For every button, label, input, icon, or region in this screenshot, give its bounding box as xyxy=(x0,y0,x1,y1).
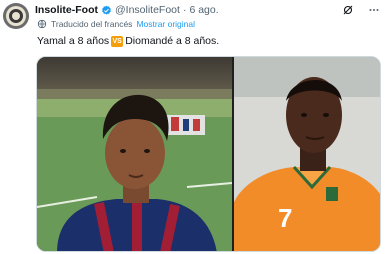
photo-diomande[interactable]: 7 xyxy=(234,57,380,251)
tweet-card[interactable]: Insolite-Foot @InsoliteFoot · 6 ago. Tra… xyxy=(0,0,389,254)
translation-bar: Traducido del francés Mostrar original xyxy=(37,19,195,29)
separator: · xyxy=(182,4,187,16)
translation-note: Traducido del francés xyxy=(51,19,133,29)
author-name[interactable]: Insolite-Foot xyxy=(35,4,98,16)
tweet-actions xyxy=(341,3,381,17)
post-date[interactable]: 6 ago. xyxy=(189,4,218,16)
avatar-image xyxy=(3,3,29,29)
vs-emoji: VS xyxy=(111,35,124,47)
author-handle[interactable]: @InsoliteFoot xyxy=(115,4,180,16)
verified-badge-icon xyxy=(102,5,111,15)
tweet-text-part-2: Diomandé a 8 años. xyxy=(125,35,220,47)
grok-icon[interactable] xyxy=(341,3,355,17)
avatar[interactable] xyxy=(3,3,29,29)
translate-globe-icon xyxy=(37,19,47,29)
photo-child-orange-jersey: 7 xyxy=(234,57,380,251)
photo-child-football-pitch xyxy=(37,57,232,251)
tweet-header: Insolite-Foot @InsoliteFoot · 6 ago. xyxy=(35,4,219,16)
jersey-number: 7 xyxy=(278,203,292,233)
more-options-icon[interactable] xyxy=(367,3,381,17)
photo-yamal[interactable] xyxy=(37,57,232,251)
media-grid[interactable]: 7 xyxy=(36,56,381,252)
tweet-text: Yamal a 8 años VS Diomandé a 8 años. xyxy=(37,35,219,47)
show-original-link[interactable]: Mostrar original xyxy=(136,19,195,29)
tweet-text-part-1: Yamal a 8 años xyxy=(37,35,110,47)
